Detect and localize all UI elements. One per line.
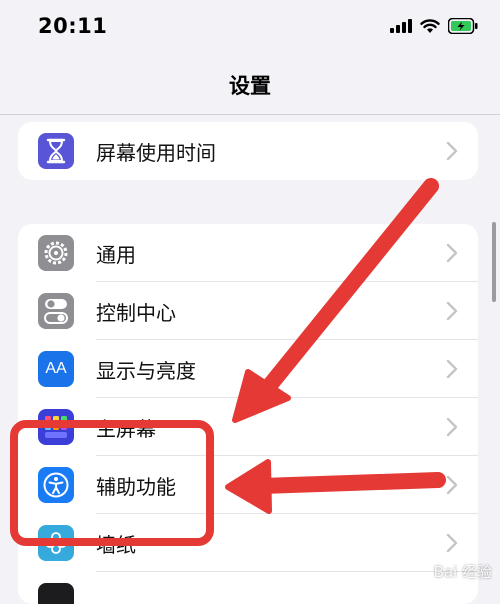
status-bar: 20:11 — [0, 0, 500, 56]
page-title: 设置 — [229, 74, 271, 98]
gear-icon — [38, 235, 74, 271]
chevron-right-icon — [446, 301, 458, 321]
toggle-switches-icon — [38, 293, 74, 329]
cellular-signal-icon — [390, 19, 412, 33]
settings-row-display-brightness[interactable]: AA 显示与亮度 — [18, 340, 478, 398]
settings-row-label: 显示与亮度 — [96, 358, 196, 383]
settings-row-label: 墙纸 — [96, 532, 136, 557]
settings-row-control-center[interactable]: 控制中心 — [18, 282, 478, 340]
chevron-right-icon — [446, 533, 458, 553]
chevron-right-icon — [446, 417, 458, 437]
nav-divider — [0, 114, 500, 115]
watermark: Bai 经验 — [433, 563, 492, 581]
app-icon — [38, 583, 74, 604]
chevron-right-icon — [446, 141, 458, 161]
accessibility-icon — [38, 467, 74, 503]
settings-row-next[interactable] — [18, 572, 478, 604]
settings-row-label: 辅助功能 — [96, 474, 176, 499]
settings-row-label: 控制中心 — [96, 300, 176, 325]
chevron-right-icon — [446, 475, 458, 495]
settings-row-screen-time[interactable]: 屏幕使用时间 — [18, 122, 478, 180]
settings-group-screen-time: 屏幕使用时间 — [18, 122, 478, 180]
status-time: 20:11 — [38, 14, 108, 38]
settings-row-wallpaper[interactable]: 墙纸 — [18, 514, 478, 572]
settings-group-general: 通用 控制中心 AA 显示与亮度 主屏幕 辅助功能 墙纸 — [18, 224, 478, 604]
settings-row-home-screen[interactable]: 主屏幕 — [18, 398, 478, 456]
scrollbar[interactable] — [492, 222, 496, 302]
home-screen-grid-icon — [38, 409, 74, 445]
battery-charging-icon — [448, 18, 478, 34]
settings-row-label: 通用 — [96, 242, 136, 267]
flower-icon — [38, 525, 74, 561]
status-icons — [390, 18, 478, 34]
hourglass-icon — [38, 133, 74, 169]
text-size-icon: AA — [38, 351, 74, 387]
text-size-glyph: AA — [45, 360, 67, 377]
chevron-right-icon — [446, 359, 458, 379]
wifi-icon — [420, 18, 440, 33]
settings-row-accessibility[interactable]: 辅助功能 — [18, 456, 478, 514]
settings-row-label: 主屏幕 — [96, 416, 156, 441]
settings-row-general[interactable]: 通用 — [18, 224, 478, 282]
chevron-right-icon — [446, 243, 458, 263]
settings-row-label: 屏幕使用时间 — [96, 140, 216, 165]
